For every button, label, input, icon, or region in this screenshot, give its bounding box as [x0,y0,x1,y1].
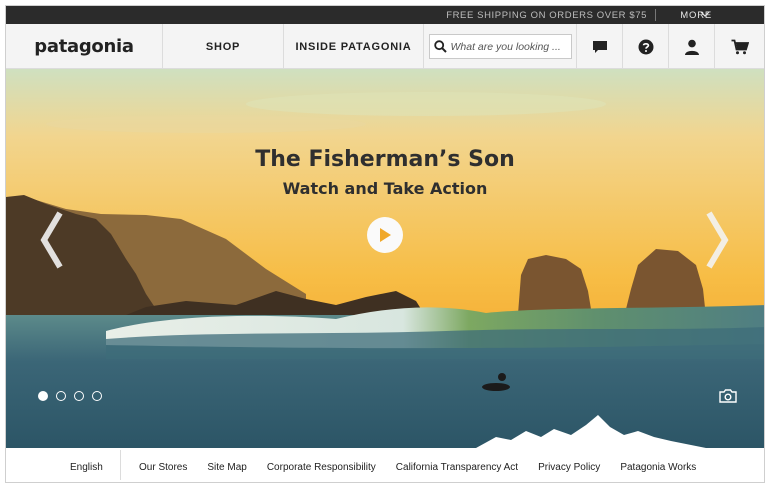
question-mark-icon [638,39,653,54]
footer-link-california-transparency-act[interactable]: California Transparency Act [396,462,518,473]
nav-shop[interactable]: SHOP [163,24,284,69]
hero-image [6,69,764,448]
footer-link-our-stores[interactable]: Our Stores [139,462,187,473]
carousel-dot-1[interactable] [38,391,48,401]
search-box[interactable] [428,34,572,59]
nav-inside-patagonia[interactable]: INSIDE PATAGONIA [284,24,424,69]
carousel-dot-2[interactable] [56,391,66,401]
footer-links: Our Stores Site Map Corporate Responsibi… [139,462,696,473]
free-shipping-banner[interactable]: FREE SHIPPING ON ORDERS OVER $75 [446,10,647,21]
utility-bar: FREE SHIPPING ON ORDERS OVER $75 MORE [6,6,764,24]
hero-title[interactable]: The Fisherman’s Son [6,147,764,172]
help-button[interactable] [623,24,669,69]
carousel-dot-4[interactable] [92,391,102,401]
footer-link-privacy-policy[interactable]: Privacy Policy [538,462,600,473]
play-icon [380,228,391,242]
browser-page: FREE SHIPPING ON ORDERS OVER $75 MORE pa… [5,5,765,483]
carousel-pagination [38,391,102,401]
footer-link-site-map[interactable]: Site Map [207,462,246,473]
search-cell [424,24,577,69]
chat-bubble-icon [592,40,607,53]
chat-button[interactable] [577,24,623,69]
footer: English Our Stores Site Map Corporate Re… [6,448,764,482]
utility-divider [655,9,656,21]
main-navigation: patagonia SHOP INSIDE PATAGONIA [6,24,764,69]
footer-link-patagonia-works[interactable]: Patagonia Works [620,462,696,473]
account-button[interactable] [669,24,715,69]
search-input[interactable] [450,40,569,53]
search-icon[interactable] [433,40,447,53]
play-video-button[interactable] [367,217,403,253]
language-selector[interactable]: English [70,462,103,473]
chevron-down-icon[interactable] [699,8,711,20]
shopping-cart-icon [731,39,749,54]
footer-link-corporate-responsibility[interactable]: Corporate Responsibility [267,462,376,473]
hero-subtitle[interactable]: Watch and Take Action [6,179,764,198]
patagonia-logo[interactable]: patagonia [6,24,163,69]
carousel-dot-3[interactable] [74,391,84,401]
chevron-left-icon[interactable] [38,209,68,271]
footer-divider [120,450,121,480]
user-icon [684,39,699,55]
chevron-right-icon[interactable] [701,209,731,271]
cart-button[interactable] [715,24,764,69]
hero-carousel: The Fisherman’s Son Watch and Take Actio… [6,69,764,448]
camera-icon[interactable] [719,389,737,403]
